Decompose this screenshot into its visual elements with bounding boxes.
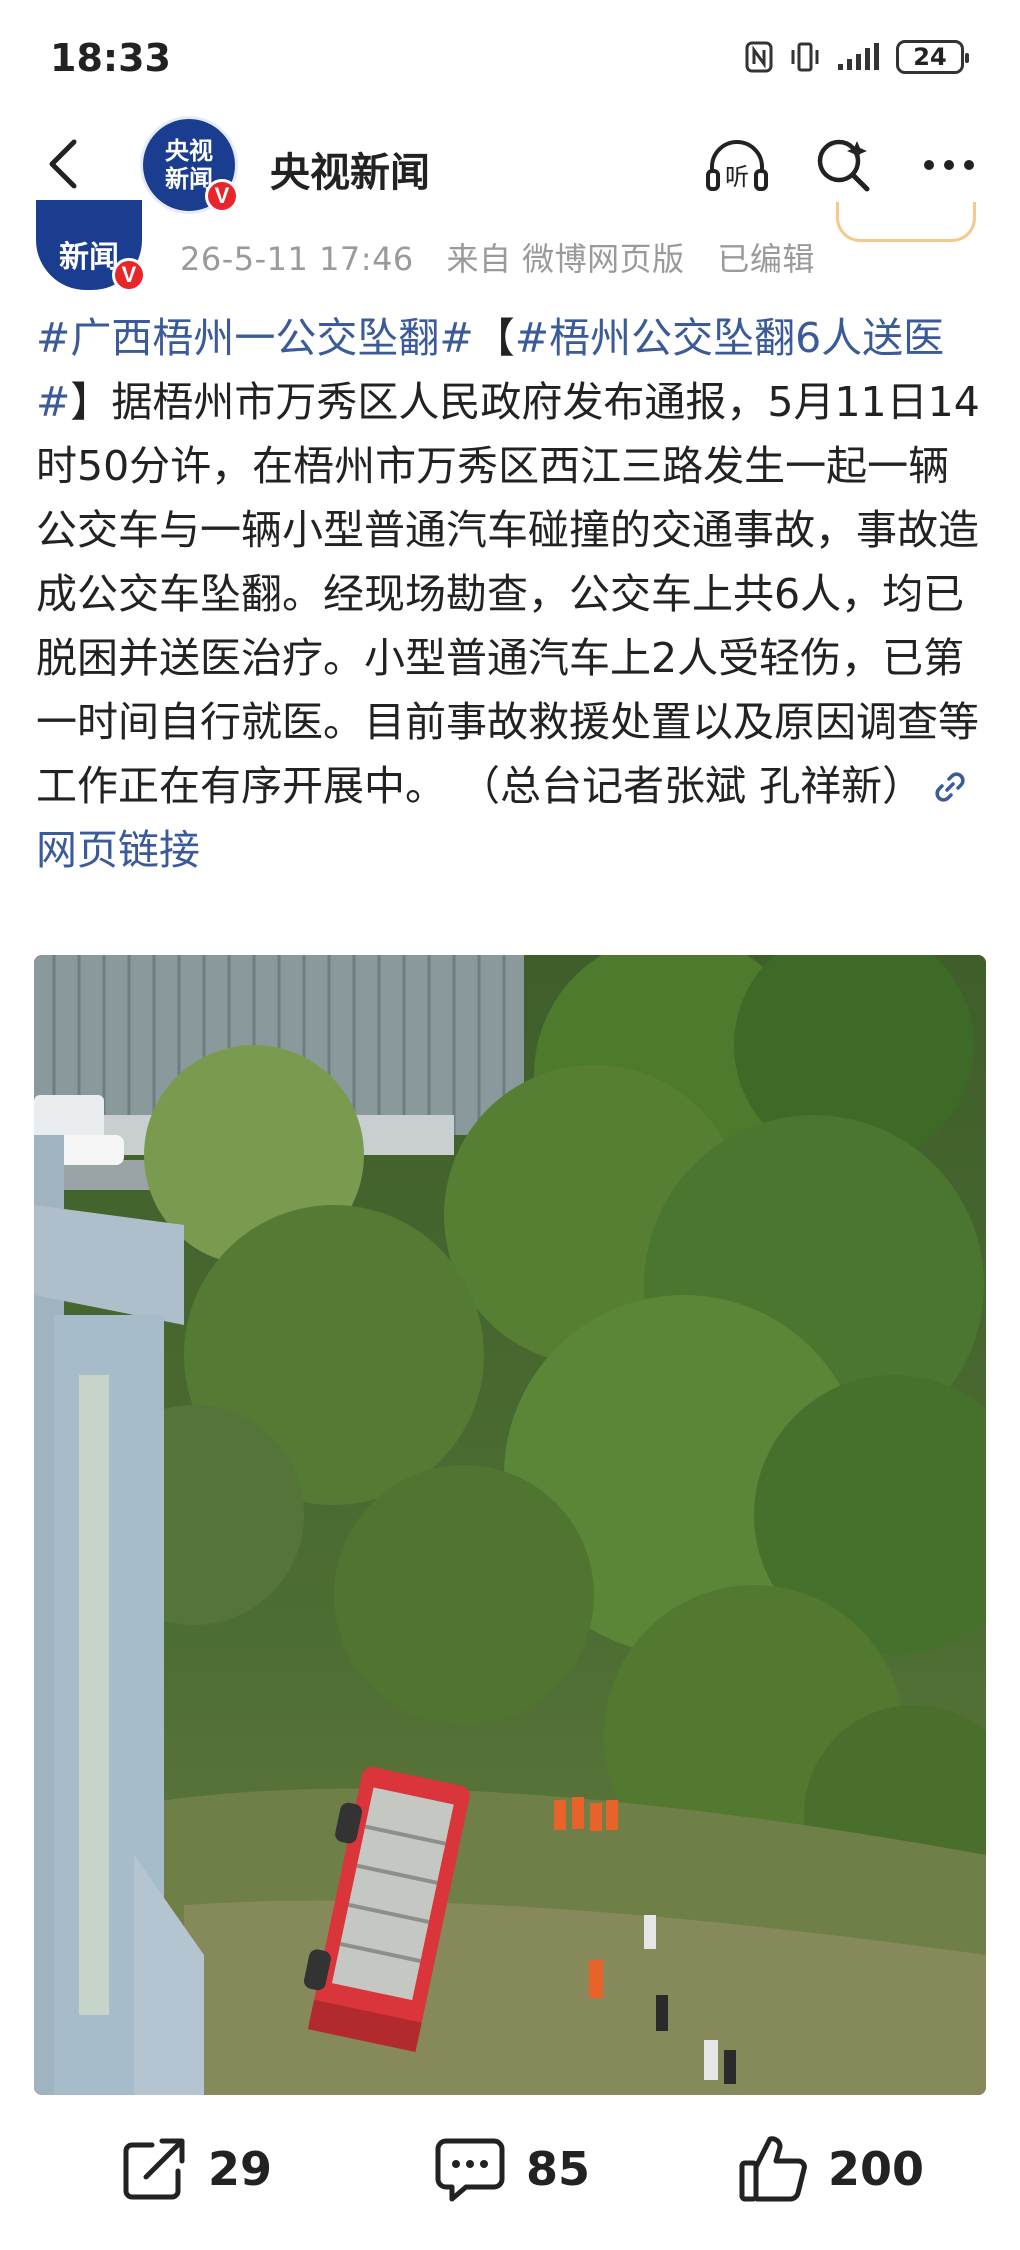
post-source: 来自 微博网页版	[446, 240, 685, 278]
battery-icon: 24	[896, 40, 969, 74]
post-date: 26-5-11 17:46	[180, 240, 414, 278]
thumbs-up-icon	[739, 2136, 807, 2202]
search-button[interactable]	[808, 130, 878, 200]
hashtag-link[interactable]: #广西梧州一公交坠翻#	[36, 314, 474, 362]
post-edited: 已编辑	[717, 240, 815, 278]
bracket-close: 】	[70, 378, 112, 426]
post-body-text: 据梧州市万秀区人民政府发布通报，5月11日14时50分许，在梧州市万秀区西江三路…	[36, 378, 980, 810]
bracket-open: 【	[473, 314, 515, 362]
link-icon	[935, 772, 965, 802]
comment-icon	[435, 2138, 505, 2202]
repost-button[interactable]: 29	[118, 2133, 272, 2205]
verified-badge: V	[205, 179, 239, 213]
post-body: #广西梧州一公交坠翻#【#梧州公交坠翻6人送医#】据梧州市万秀区人民政府发布通报…	[36, 306, 986, 882]
post-image[interactable]	[34, 955, 986, 2095]
repost-count: 29	[208, 2142, 273, 2196]
back-button[interactable]	[36, 134, 96, 194]
post-avatar-text: 新闻	[59, 240, 119, 275]
post-meta: 新闻 V 26-5-11 17:46 来自 微博网页版 已编辑	[0, 200, 1020, 292]
vibrate-icon	[788, 40, 822, 74]
comment-count: 85	[526, 2142, 591, 2196]
listen-button[interactable]: 听	[702, 130, 772, 200]
accident-photo	[34, 955, 986, 2095]
post-meta-text: 26-5-11 17:46 来自 微博网页版 已编辑	[180, 234, 837, 280]
like-button[interactable]: 200	[736, 2133, 924, 2205]
listen-label: 听	[725, 163, 749, 191]
bottom-action-bar: 29 85 200	[0, 2095, 1020, 2250]
post-author-avatar[interactable]: 新闻 V	[36, 200, 146, 292]
listen-icon: 听	[706, 140, 768, 191]
battery-level: 24	[913, 43, 947, 71]
nfc-icon	[744, 40, 774, 74]
repost-icon	[123, 2138, 185, 2200]
account-name[interactable]: 央视新闻	[270, 140, 430, 198]
top-actions: 听	[702, 130, 984, 200]
status-time: 18:33	[50, 36, 171, 80]
status-bar: 18:33 24	[0, 0, 1020, 120]
post-verified-badge: V	[112, 258, 146, 292]
signal-icon	[836, 42, 882, 72]
search-icon	[817, 139, 870, 192]
like-count: 200	[828, 2142, 925, 2196]
status-icons: 24	[744, 40, 969, 74]
more-icon	[924, 160, 974, 170]
follow-button[interactable]	[836, 202, 976, 242]
account-avatar[interactable]: 央视 新闻 V	[140, 116, 239, 214]
avatar-text-line1: 央视	[165, 137, 213, 165]
web-link-text: 网页链接	[36, 826, 200, 874]
more-button[interactable]	[914, 130, 984, 200]
comment-button[interactable]: 85	[432, 2133, 590, 2205]
chevron-left-icon	[49, 139, 77, 189]
